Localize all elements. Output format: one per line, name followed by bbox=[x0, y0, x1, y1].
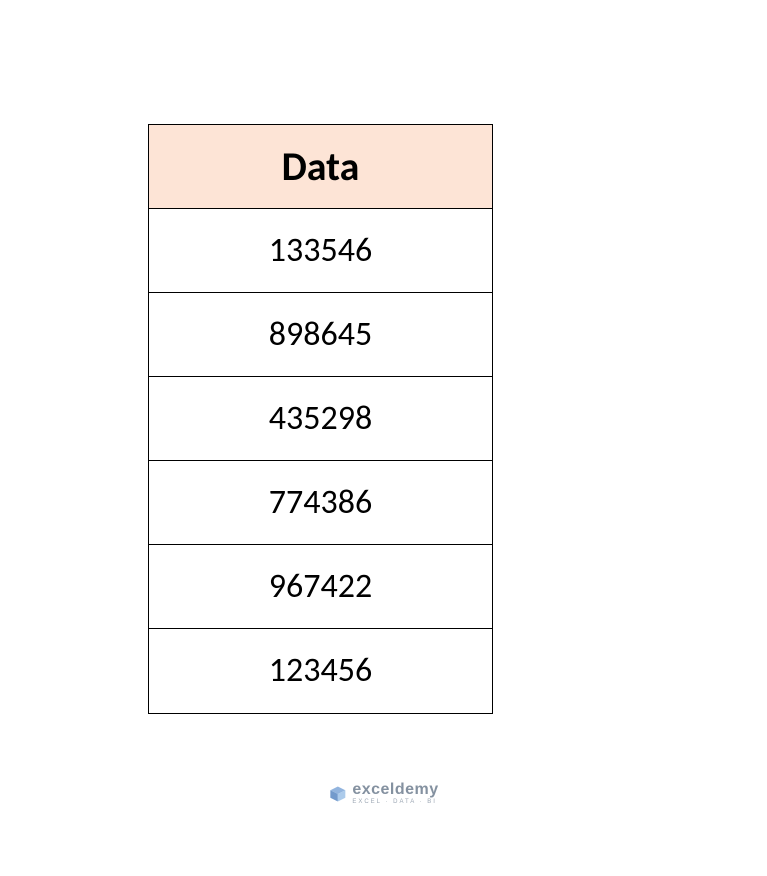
watermark: exceldemy EXCEL · DATA · BI bbox=[328, 782, 438, 805]
table-row[interactable]: 435298 bbox=[149, 377, 492, 461]
page-canvas: Data 133546 898645 435298 774386 967422 … bbox=[0, 0, 767, 876]
watermark-tagline: EXCEL · DATA · BI bbox=[352, 799, 438, 805]
table-row[interactable]: 133546 bbox=[149, 209, 492, 293]
table-row[interactable]: 123456 bbox=[149, 629, 492, 713]
watermark-text: exceldemy EXCEL · DATA · BI bbox=[352, 782, 438, 805]
data-table: Data 133546 898645 435298 774386 967422 … bbox=[148, 124, 493, 714]
table-row[interactable]: 967422 bbox=[149, 545, 492, 629]
table-row[interactable]: 898645 bbox=[149, 293, 492, 377]
table-header-cell[interactable]: Data bbox=[149, 125, 492, 209]
watermark-name: exceldemy bbox=[352, 782, 438, 798]
cube-icon bbox=[328, 785, 346, 803]
table-row[interactable]: 774386 bbox=[149, 461, 492, 545]
